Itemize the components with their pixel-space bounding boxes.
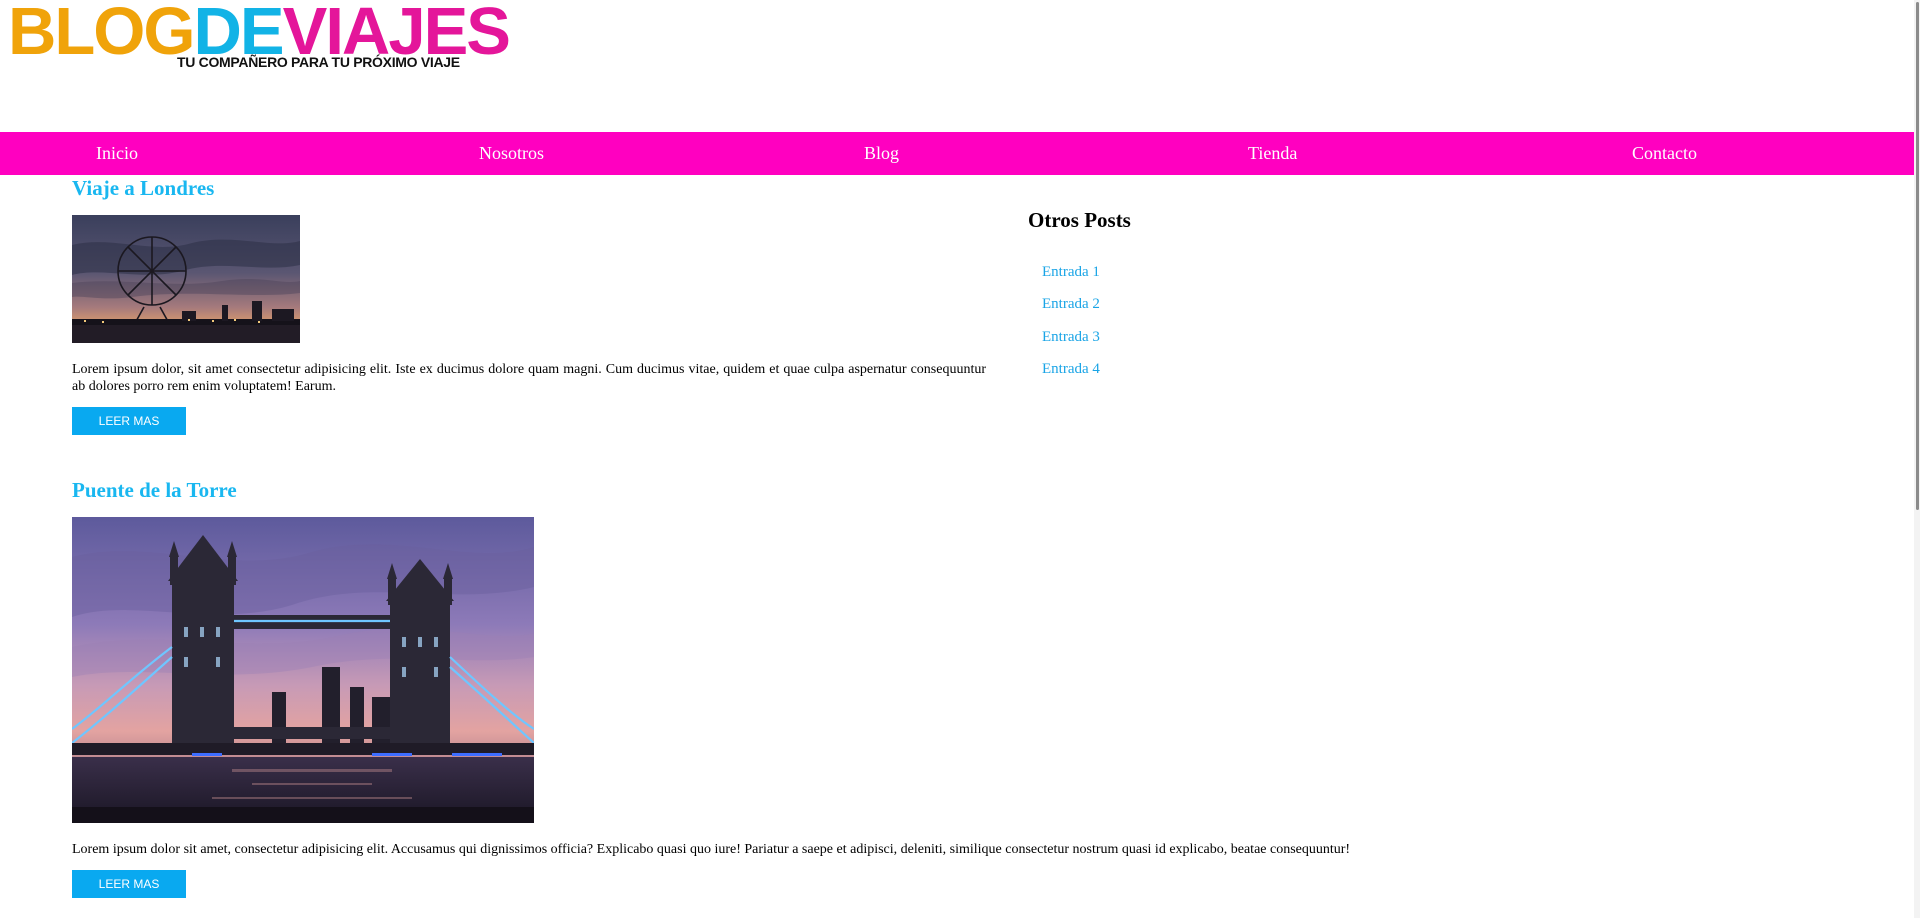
sidebar-link-entrada-2[interactable]: Entrada 2 xyxy=(1042,296,1100,312)
site-logo[interactable]: BLOGDEVIAJES TU COMPAÑERO PARA TU PRÓXIM… xyxy=(8,0,511,72)
london-eye-image xyxy=(72,215,300,343)
sidebar-title: Otros Posts xyxy=(1028,208,1131,232)
nav-link-nosotros[interactable]: Nosotros xyxy=(479,132,544,175)
post-title[interactable]: Puente de la Torre xyxy=(72,478,237,503)
sidebar-post-list: Entrada 1 Entrada 2 Entrada 3 Entrada 4 xyxy=(1042,262,1100,391)
logo-tagline: TU COMPAÑERO PARA TU PRÓXIMO VIAJE xyxy=(177,54,460,70)
post-excerpt: Lorem ipsum dolor sit amet, consectetur … xyxy=(72,842,1351,857)
post-excerpt: Lorem ipsum dolor, sit amet consectetur … xyxy=(72,362,986,394)
sidebar-link-entrada-1[interactable]: Entrada 1 xyxy=(1042,264,1100,280)
logo-part-blog: BLOG xyxy=(8,0,196,69)
read-more-button[interactable]: LEER MAS xyxy=(72,870,186,898)
list-item: Entrada 2 xyxy=(1042,294,1100,326)
scrollbar-thumb[interactable] xyxy=(1916,2,1919,510)
main-navigation: Inicio Nosotros Blog Tienda Contacto xyxy=(0,132,1914,175)
sidebar-link-entrada-4[interactable]: Entrada 4 xyxy=(1042,361,1100,377)
nav-link-contacto[interactable]: Contacto xyxy=(1632,132,1697,175)
nav-link-inicio[interactable]: Inicio xyxy=(96,132,138,175)
tower-bridge-image xyxy=(72,517,534,823)
list-item: Entrada 3 xyxy=(1042,327,1100,359)
nav-link-tienda[interactable]: Tienda xyxy=(1248,132,1297,175)
sidebar-link-entrada-3[interactable]: Entrada 3 xyxy=(1042,329,1100,345)
list-item: Entrada 4 xyxy=(1042,359,1100,391)
nav-link-blog[interactable]: Blog xyxy=(864,132,899,175)
post-title[interactable]: Viaje a Londres xyxy=(72,176,214,201)
list-item: Entrada 1 xyxy=(1042,262,1100,294)
vertical-scrollbar[interactable] xyxy=(1914,0,1920,918)
read-more-button[interactable]: LEER MAS xyxy=(72,407,186,435)
